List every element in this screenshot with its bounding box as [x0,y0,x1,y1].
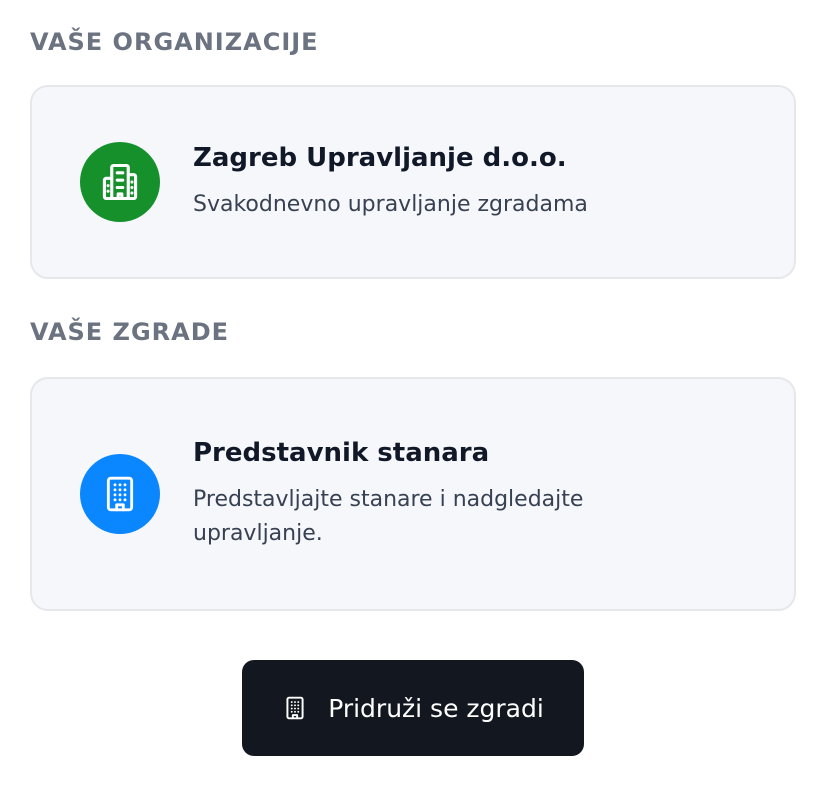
office-building-icon [102,163,138,201]
building-icon [106,476,134,512]
organizations-heading: VAŠE ORGANIZACIJE [30,28,319,56]
page: VAŠE ORGANIZACIJE Zagreb Upravljanje d.o… [0,0,832,792]
join-button-icon-wrap [282,695,308,721]
join-building-button[interactable]: Pridruži se zgradi [242,660,584,756]
building-icon [286,696,304,720]
building-role-description: Predstavljajte stanare i nadgledajte upr… [193,486,584,546]
organization-card-text: Zagreb Upravljanje d.o.o. Svakodnevno up… [193,142,588,222]
organization-name: Zagreb Upravljanje d.o.o. [193,143,567,174]
building-role-card-text: Predstavnik stanara Predstavljajte stana… [193,437,673,551]
building-role-title: Predstavnik stanara [193,438,490,468]
building-role-card[interactable]: Predstavnik stanara Predstavljajte stana… [30,377,796,611]
building-icon-badge [80,454,160,534]
organization-description: Svakodnevno upravljanje zgradama [193,191,588,217]
join-building-label: Pridruži se zgradi [328,693,544,723]
organization-icon-badge [80,142,160,222]
buildings-heading: VAŠE ZGRADE [30,318,230,346]
organization-card[interactable]: Zagreb Upravljanje d.o.o. Svakodnevno up… [30,85,796,279]
